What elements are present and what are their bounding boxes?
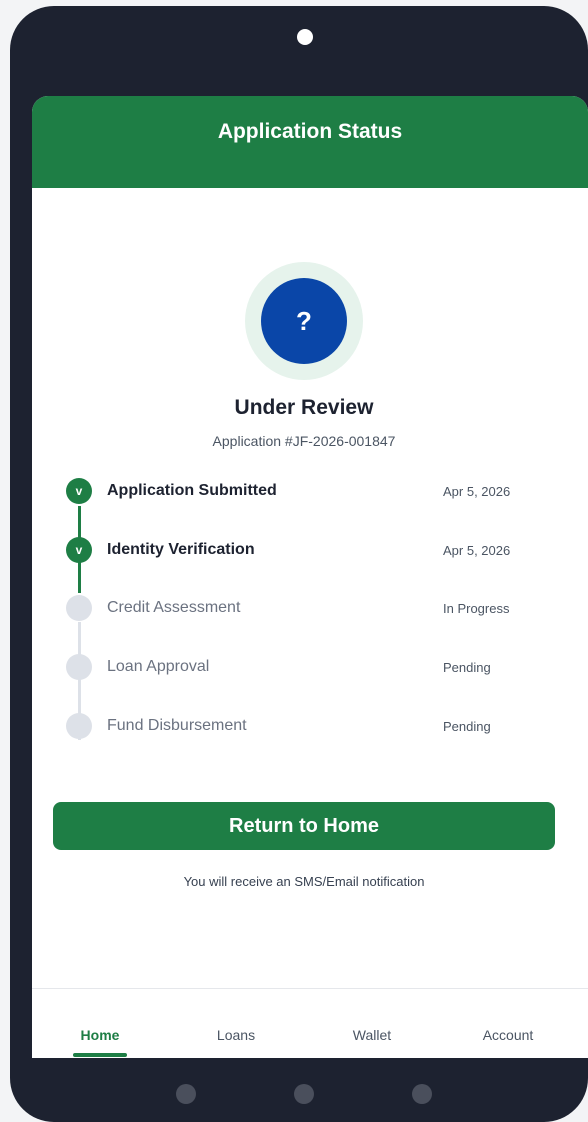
step-status: Pending	[443, 719, 491, 734]
bottom-nav: Home Loans Wallet Account	[32, 988, 588, 1058]
step-label: Credit Assessment	[107, 599, 241, 616]
nav-item-wallet[interactable]: Wallet	[322, 1027, 422, 1043]
timeline-step-identity-verification: v Identity Verification Apr 5, 2026	[32, 535, 588, 565]
return-home-button[interactable]: Return to Home	[53, 802, 555, 850]
step-label: Identity Verification	[107, 541, 255, 558]
nav-active-indicator	[73, 1053, 127, 1057]
hardware-back-button[interactable]	[176, 1084, 196, 1104]
step-status: In Progress	[443, 601, 510, 616]
step-date: Apr 5, 2026	[443, 543, 511, 558]
application-number: Application #JF-2026-001847	[212, 433, 396, 449]
check-icon: v	[66, 478, 92, 504]
page-title: Application Status	[217, 120, 403, 143]
timeline-step-fund-disbursement: Fund Disbursement Pending	[32, 711, 588, 741]
timeline-step-loan-approval: Loan Approval Pending	[32, 652, 588, 682]
question-icon: ?	[261, 278, 347, 364]
notification-notice: You will receive an SMS/Email notificati…	[183, 874, 425, 889]
app-screen: Application Status ? Under Review Applic…	[32, 96, 588, 1058]
hardware-home-button[interactable]	[294, 1084, 314, 1104]
nav-item-home[interactable]: Home	[50, 1027, 150, 1043]
check-icon: v	[66, 537, 92, 563]
phone-frame: Application Status ? Under Review Applic…	[10, 6, 588, 1122]
timeline-step-application-submitted: v Application Submitted Apr 5, 2026	[32, 476, 588, 506]
step-label: Fund Disbursement	[107, 717, 247, 734]
status-icon-ring: ?	[245, 262, 363, 380]
progress-timeline: v Application Submitted Apr 5, 2026 v Id…	[32, 476, 588, 766]
step-status: Pending	[443, 660, 491, 675]
timeline-step-credit-assessment: Credit Assessment In Progress	[32, 593, 588, 623]
hardware-recents-button[interactable]	[412, 1084, 432, 1104]
nav-item-loans[interactable]: Loans	[186, 1027, 286, 1043]
app-header: Application Status	[32, 96, 588, 188]
step-label: Loan Approval	[107, 658, 210, 675]
pending-dot-icon	[66, 713, 92, 739]
nav-item-account[interactable]: Account	[458, 1027, 558, 1043]
pending-dot-icon	[66, 595, 92, 621]
camera-dot	[297, 29, 313, 45]
step-date: Apr 5, 2026	[443, 484, 511, 499]
step-label: Application Submitted	[107, 482, 277, 499]
pending-dot-icon	[66, 654, 92, 680]
status-title: Under Review	[234, 396, 374, 419]
